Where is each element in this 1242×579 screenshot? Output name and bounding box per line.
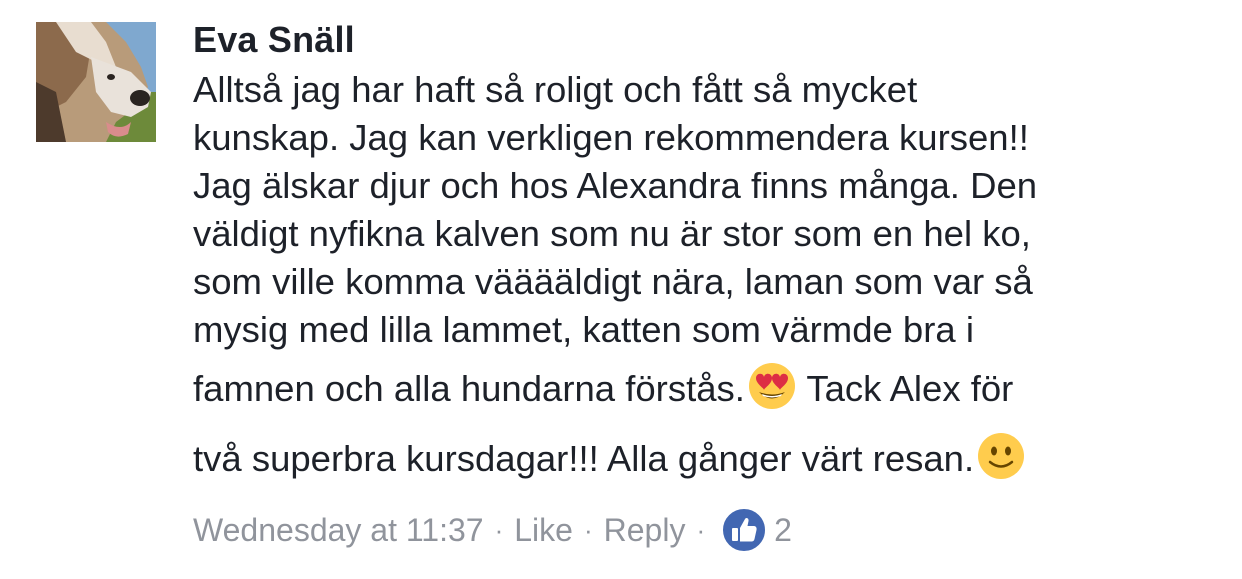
comment-line-with-emoji: två superbra kursdagar!!! Alla gånger vä… [193,424,1223,494]
comment-line: mysig med lilla lammet, katten som värmd… [193,309,974,350]
comment-line: Tack Alex för [796,368,1014,409]
comment-body: Eva Snäll Alltså jag har haft så roligt … [193,14,1223,494]
separator-dot: · [583,514,593,545]
comment-line: två superbra kursdagar!!! Alla gånger vä… [193,438,975,479]
comment-timestamp[interactable]: Wednesday at 11:37 [193,512,484,549]
reaction-count[interactable]: 2 [774,512,792,549]
separator-dot: · [494,514,504,545]
comment-text: Alltså jag har haft så roligt och fått s… [193,66,1223,494]
dog-avatar-icon [36,22,156,142]
like-button[interactable]: Like [514,512,573,549]
comment-line: väldigt nyfikna kalven som nu är stor so… [193,213,1031,254]
comment-author[interactable]: Eva Snäll [193,14,1223,66]
comment-line: kunskap. Jag kan verkligen rekommendera … [193,117,1029,158]
comment-line: Jag älskar djur och hos Alexandra finns … [193,165,1038,206]
comment-line: famnen och alla hundarna förstås. [193,368,745,409]
comment-line: Alltså jag har haft så roligt och fått s… [193,69,918,110]
thumbs-up-icon[interactable] [720,506,768,554]
avatar[interactable] [36,22,156,142]
comment: Eva Snäll Alltså jag har haft så roligt … [0,0,1242,579]
slightly-smiling-emoji-icon [976,431,1026,481]
heart-eyes-emoji-icon [747,361,797,411]
reply-button[interactable]: Reply [604,512,686,549]
separator-dot: · [696,514,706,545]
comment-line-with-emoji: famnen och alla hundarna förstås. Tack A… [193,354,1223,424]
comment-line: som ville komma vääääldigt nära, laman s… [193,261,1033,302]
comment-meta: Wednesday at 11:37 · Like · Reply · 2 [193,502,792,558]
